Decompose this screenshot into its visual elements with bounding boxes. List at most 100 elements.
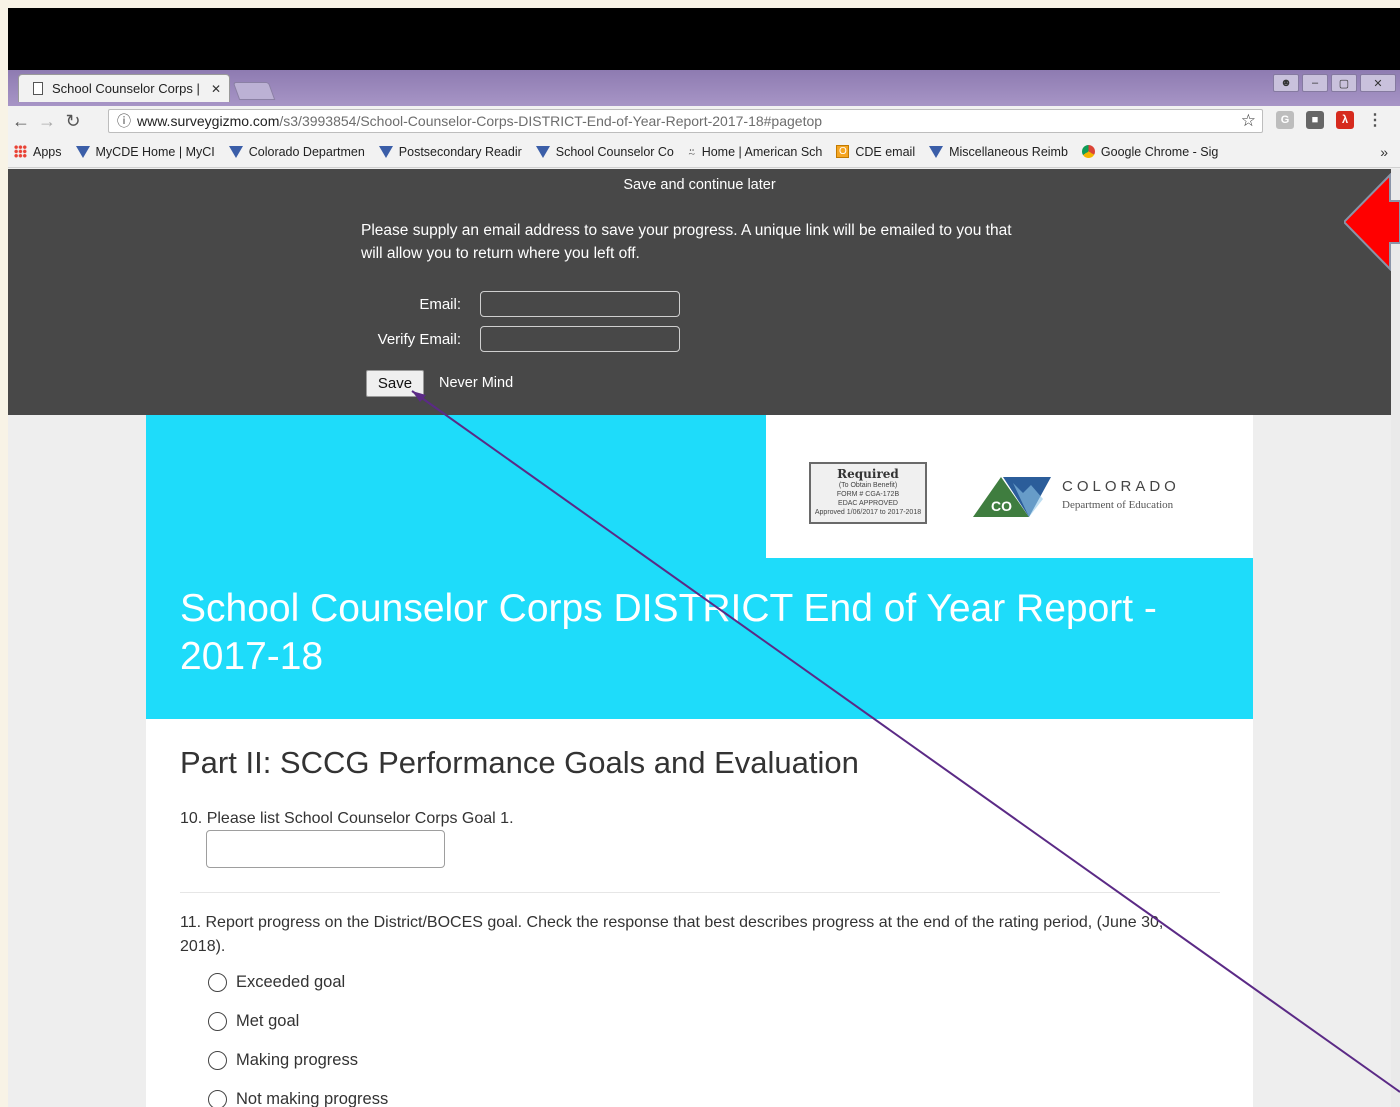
browser-tab[interactable]: School Counselor Corps | ✕ xyxy=(18,74,230,102)
page-icon xyxy=(33,82,43,95)
url-input[interactable]: ⓘ www.surveygizmo.com/s3/3993854/School-… xyxy=(108,109,1263,133)
pocket-extension-icon[interactable]: ■ xyxy=(1306,111,1324,129)
stamp-line: (To Obtain Benefit) xyxy=(838,482,898,489)
survey-page: Required (To Obtain Benefit) FORM # CGA-… xyxy=(146,415,1253,1107)
bookmark-label: CDE email xyxy=(855,144,916,159)
url-path: /s3/3993854/School-Counselor-Corps-DISTR… xyxy=(279,113,823,129)
required-stamp-logo: Required (To Obtain Benefit) FORM # CGA-… xyxy=(809,462,927,524)
radio-label: Making progress xyxy=(236,1051,358,1069)
tab-title: School Counselor Corps | xyxy=(52,81,200,96)
stamp-title: Required xyxy=(837,467,899,481)
bookmark-label: Miscellaneous Reimb xyxy=(949,144,1068,159)
stamp-line: EDAC APPROVED xyxy=(838,500,898,507)
save-button[interactable]: Save xyxy=(366,370,424,397)
bookmark-item[interactable]: O CDE email xyxy=(836,145,915,159)
cde-triangle-icon xyxy=(378,145,393,158)
bookmark-label: School Counselor Co xyxy=(555,144,674,159)
save-panel-title: Save and continue later xyxy=(623,177,776,193)
cde-mountain-logo: CO xyxy=(973,477,1051,517)
radio-circle-icon[interactable] xyxy=(208,1051,227,1070)
bookmark-item[interactable]: Postsecondary Readir xyxy=(378,144,522,159)
red-callout-arrow-icon xyxy=(1344,173,1400,271)
minimize-button[interactable]: – xyxy=(1302,74,1328,92)
never-mind-link[interactable]: Never Mind xyxy=(439,375,513,391)
bookmark-label: Postsecondary Readir xyxy=(398,144,522,159)
stamp-line: FORM # CGA-172B xyxy=(836,491,900,498)
bookmark-star-icon[interactable]: ☆ xyxy=(1241,111,1256,131)
bookmarks-overflow-icon[interactable]: » xyxy=(1380,144,1388,160)
bookmark-item[interactable]: Google Chrome - Sig xyxy=(1081,144,1219,159)
tree-icon: ⍨ xyxy=(687,145,696,160)
verify-email-label: Verify Email: xyxy=(377,330,461,348)
outlook-icon: O xyxy=(836,145,850,158)
radio-label: Met goal xyxy=(236,1012,300,1030)
bookmark-item[interactable]: ⍨ Home | American Sch xyxy=(687,144,823,161)
profile-icon[interactable]: ☻ xyxy=(1273,74,1299,92)
save-panel-message: Please supply an email address to save y… xyxy=(361,222,1012,262)
goal-1-input[interactable] xyxy=(206,830,445,868)
question-11: 11. Report progress on the District/BOCE… xyxy=(180,914,1164,955)
email-input[interactable] xyxy=(480,291,680,317)
back-arrow-icon[interactable]: ← xyxy=(8,111,34,132)
survey-banner: Required (To Obtain Benefit) FORM # CGA-… xyxy=(146,415,1253,719)
radio-exceeded-goal[interactable]: Exceeded goal xyxy=(208,973,345,992)
cde-triangle-icon xyxy=(929,145,944,158)
chrome-menu-icon[interactable]: ⋮ xyxy=(1366,111,1384,129)
black-top-bar xyxy=(8,8,1400,70)
apps-grid-icon xyxy=(14,145,27,158)
email-label: Email: xyxy=(419,295,461,313)
tab-close-icon[interactable]: ✕ xyxy=(211,82,221,96)
url-domain: www.surveygizmo.com xyxy=(137,113,280,129)
forward-arrow-icon[interactable]: → xyxy=(34,111,60,132)
radio-circle-icon[interactable] xyxy=(208,1090,227,1107)
verify-email-row: Verify Email: xyxy=(348,326,680,352)
cde-triangle-icon xyxy=(535,145,550,158)
screenshot-frame: School Counselor Corps | ✕ ☻ – ▢ ✕ ← → ↻… xyxy=(8,8,1400,1107)
chrome-icon xyxy=(1081,145,1095,158)
acrobat-extension-icon[interactable]: λ xyxy=(1336,111,1354,129)
question-10: 10. Please list School Counselor Corps G… xyxy=(180,810,514,827)
radio-making-progress[interactable]: Making progress xyxy=(208,1051,358,1070)
radio-not-making-progress[interactable]: Not making progress xyxy=(208,1090,388,1107)
address-bar-row: ← → ↻ ⓘ www.surveygizmo.com/s3/3993854/S… xyxy=(8,106,1400,136)
bookmark-item[interactable]: Colorado Departmen xyxy=(228,144,365,159)
maximize-button[interactable]: ▢ xyxy=(1331,74,1357,92)
reload-icon[interactable]: ↻ xyxy=(60,111,86,132)
bookmark-label: MyCDE Home | MyCI xyxy=(95,144,215,159)
close-window-button[interactable]: ✕ xyxy=(1360,74,1396,92)
extensions-area: G ■ λ ⋮ xyxy=(1276,111,1384,129)
radio-circle-icon[interactable] xyxy=(208,1012,227,1031)
svg-text:CO: CO xyxy=(991,498,1012,514)
bookmark-label: Google Chrome - Sig xyxy=(1100,144,1219,159)
bookmarks-bar: Apps MyCDE Home | MyCI Colorado Departmen P… xyxy=(8,136,1400,168)
bookmark-item[interactable]: Apps xyxy=(14,145,62,159)
page-scrollbar[interactable] xyxy=(1391,169,1400,1107)
colorado-logo-text: COLORADO xyxy=(1062,478,1180,495)
logo-area: Required (To Obtain Benefit) FORM # CGA-… xyxy=(766,415,1253,558)
survey-title: School Counselor Corps DISTRICT End of Y… xyxy=(180,587,1157,678)
grammarly-extension-icon[interactable]: G xyxy=(1276,111,1294,129)
cde-triangle-icon xyxy=(228,145,243,158)
bookmark-item[interactable]: Miscellaneous Reimb xyxy=(929,145,1068,159)
save-continue-panel: Save and continue later Please supply an… xyxy=(8,169,1391,415)
bookmark-item[interactable]: School Counselor Co xyxy=(535,144,674,159)
info-icon[interactable]: ⓘ xyxy=(117,111,131,131)
divider xyxy=(180,892,1220,893)
bookmark-label: Home | American Sch xyxy=(701,144,823,159)
verify-email-input[interactable] xyxy=(480,326,680,352)
radio-label: Not making progress xyxy=(236,1090,389,1107)
radio-label: Exceeded goal xyxy=(236,973,346,991)
radio-circle-icon[interactable] xyxy=(208,973,227,992)
browser-tab-strip: School Counselor Corps | ✕ ☻ – ▢ ✕ xyxy=(8,70,1400,106)
part-title: Part II: SCCG Performance Goals and Eval… xyxy=(180,745,859,780)
radio-met-goal[interactable]: Met goal xyxy=(208,1012,299,1031)
new-tab-button[interactable] xyxy=(232,82,276,100)
stamp-line: Approved 1/06/2017 to 2017-2018 xyxy=(814,509,922,516)
bookmark-label: Apps xyxy=(33,144,62,159)
bookmark-item[interactable]: MyCDE Home | MyCI xyxy=(75,144,215,159)
bookmark-label: Colorado Departmen xyxy=(248,144,365,159)
window-controls: ☻ – ▢ ✕ xyxy=(1273,74,1396,92)
department-logo-text: Department of Education xyxy=(1062,499,1174,511)
cde-triangle-icon xyxy=(75,145,90,158)
email-row: Email: xyxy=(348,291,680,317)
